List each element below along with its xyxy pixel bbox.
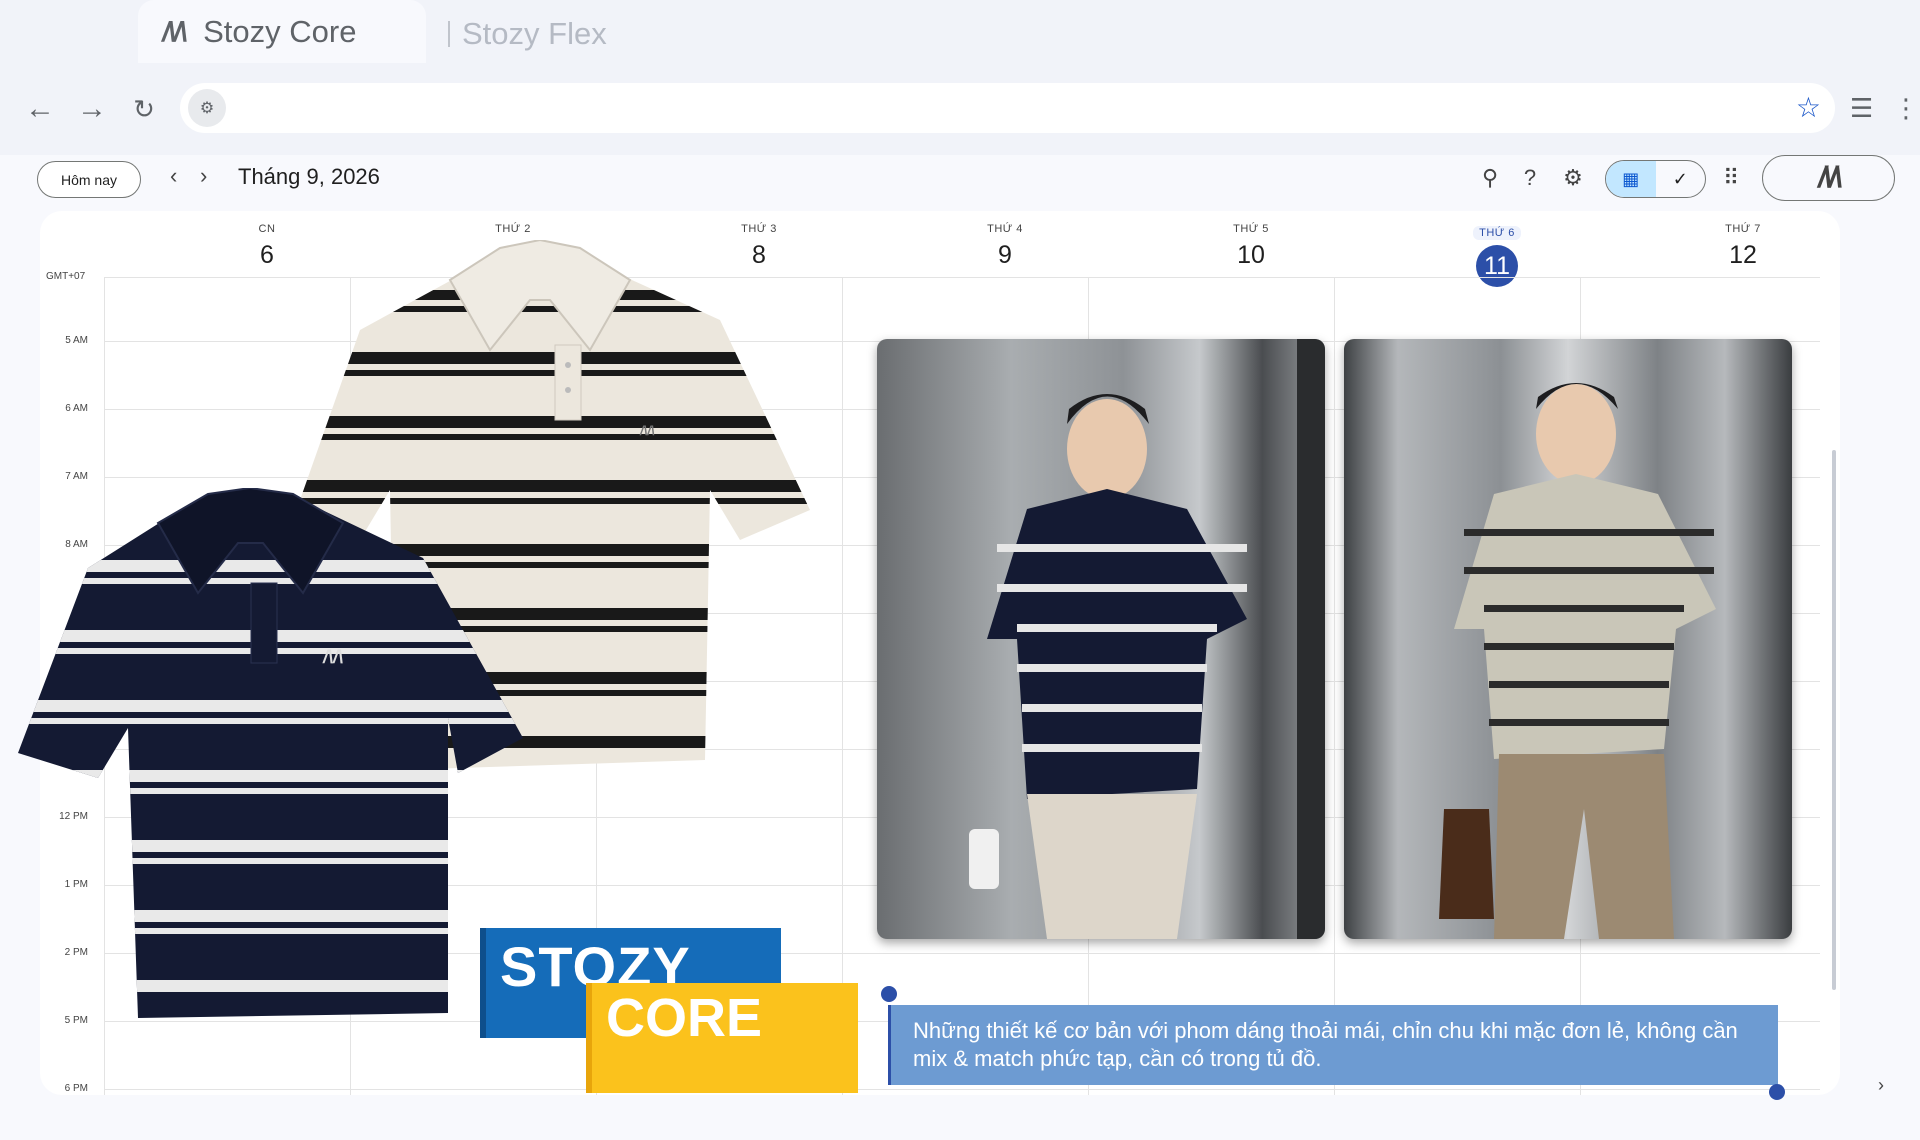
month-label: Tháng 9, 2026 (238, 164, 380, 189)
day-number: 10 (1237, 241, 1265, 269)
promo-description: Những thiết kế cơ bản với phom dáng thoả… (888, 1005, 1778, 1085)
tab-stozy-core[interactable]: /\/\ Stozy Core (138, 0, 426, 63)
model-figure (1439, 383, 1716, 939)
tab-label: Stozy Core (203, 13, 357, 49)
apps-grid-icon[interactable]: ⠿ (1716, 165, 1746, 191)
browser-toolbar: ← → ↻ ⚙ ☆ ☰ ⋮ (0, 63, 1920, 155)
menu-kebab-icon[interactable]: ⋮ (1893, 93, 1919, 124)
tab-strip: /\/\ Stozy Core Stozy Flex (0, 0, 1920, 63)
settings-gear-icon[interactable]: ⚙ (1558, 165, 1588, 191)
day-header-sat[interactable]: THỨ 7 12 (1620, 223, 1840, 270)
day-number-current: 11 (1476, 245, 1518, 287)
search-icon[interactable]: ⚲ (1475, 165, 1505, 191)
help-icon[interactable]: ? (1515, 165, 1545, 191)
promo-title-2: CORE (606, 988, 763, 1048)
forward-arrow-icon[interactable]: → (74, 91, 110, 127)
hour-label: 5 AM (65, 335, 88, 346)
bookmark-star-icon[interactable]: ☆ (1796, 91, 1821, 124)
navy-polo-shirt-image: /\/\ (18, 488, 523, 1018)
model-photo-navy (877, 339, 1325, 939)
day-header-thu[interactable]: THỨ 5 10 (1128, 223, 1374, 270)
address-bar[interactable]: ⚙ ☆ (180, 83, 1835, 133)
description-handle-end (1769, 1084, 1785, 1100)
tab-label: Stozy Flex (462, 16, 607, 51)
day-number: 9 (998, 241, 1012, 269)
prev-week-chevron-icon[interactable]: ‹ (170, 163, 177, 189)
reading-list-icon[interactable]: ☰ (1850, 93, 1873, 124)
grid-scrollbar[interactable] (1832, 450, 1836, 990)
grid-line (1334, 277, 1335, 1095)
today-button[interactable]: Hôm nay (37, 161, 141, 198)
description-handle-start (881, 986, 897, 1002)
day-name: THỨ 6 (1473, 226, 1521, 240)
hour-label: 6 AM (65, 403, 88, 414)
hour-label: 7 AM (65, 471, 88, 482)
expand-chevron-icon[interactable]: › (1878, 1075, 1884, 1096)
day-number: 12 (1729, 241, 1757, 269)
site-settings-icon[interactable]: ⚙ (188, 89, 226, 127)
brand-logo-icon: /\/\ (162, 15, 187, 47)
day-name: THỨ 2 (495, 223, 531, 235)
shirt-logo: /\/\ (322, 647, 343, 667)
hour-label: 6 PM (64, 1083, 88, 1094)
reload-icon[interactable]: ↻ (126, 91, 162, 127)
grid-line (104, 1089, 1820, 1090)
day-name: CN (258, 223, 276, 235)
tab-stozy-flex[interactable]: Stozy Flex (448, 16, 607, 52)
view-switcher: ▦ ✓ (1605, 160, 1706, 198)
tab-divider (448, 21, 450, 47)
grid-line (842, 277, 843, 1095)
back-arrow-icon[interactable]: ← (22, 91, 58, 127)
day-name: THỨ 4 (987, 223, 1023, 235)
model-photo-cream (1344, 339, 1792, 939)
day-header-wed[interactable]: THỨ 4 9 (882, 223, 1128, 270)
calendar-view-icon[interactable]: ▦ (1606, 161, 1656, 197)
core-title-banner: CORE (586, 983, 858, 1093)
shirt-logo: /\/\ (639, 423, 655, 438)
timezone-label: GMT+07 (46, 271, 86, 282)
tasks-view-icon[interactable]: ✓ (1656, 161, 1706, 197)
account-brand-button[interactable]: /\/\ (1762, 155, 1895, 201)
day-name: THỨ 3 (741, 223, 777, 235)
next-week-chevron-icon[interactable]: › (200, 163, 207, 189)
day-name: THỨ 5 (1233, 223, 1269, 235)
model-figure (969, 339, 1325, 939)
day-name: THỨ 7 (1725, 223, 1761, 235)
